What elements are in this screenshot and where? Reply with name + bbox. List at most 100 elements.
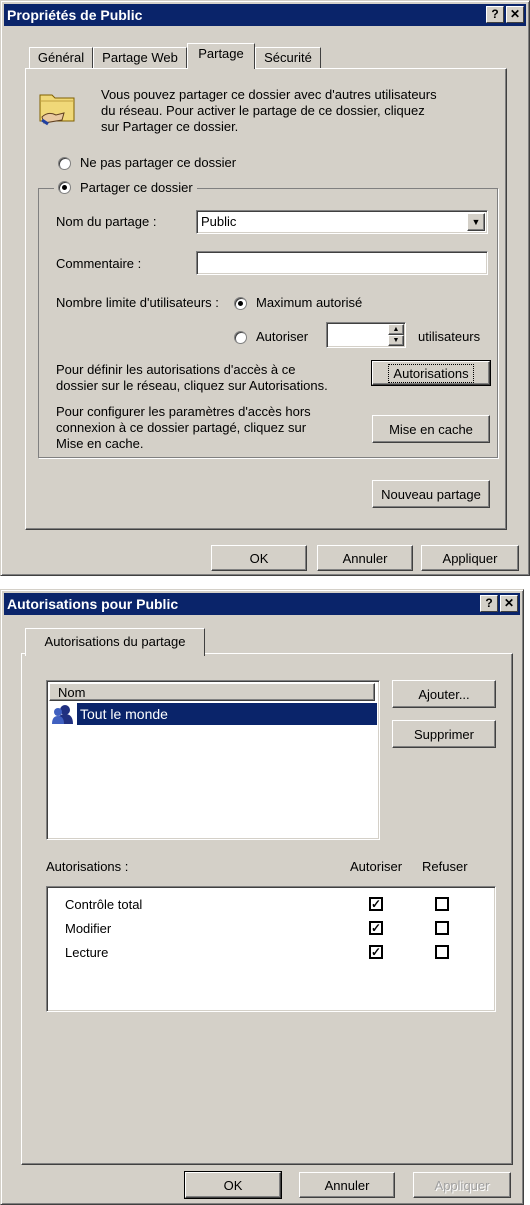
- column-deny: Refuser: [422, 859, 468, 874]
- tab-sharing[interactable]: Partage: [187, 43, 255, 69]
- intro-text: Vous pouvez partager ce dossier avec d'a…: [101, 87, 501, 135]
- tab-web-sharing[interactable]: Partage Web: [93, 47, 187, 69]
- radio-allow[interactable]: [234, 331, 247, 344]
- cancel-button-label: Annuler: [342, 550, 388, 566]
- radio-no-share[interactable]: [58, 157, 71, 170]
- properties-title-bar[interactable]: Propriétés de Public ? ✕: [4, 4, 526, 26]
- chevron-down-icon[interactable]: ▼: [467, 213, 485, 231]
- tab-security[interactable]: Sécurité: [255, 47, 321, 69]
- permission-row-read: Lecture ✓: [47, 943, 487, 965]
- radio-share-label[interactable]: Partager ce dossier: [80, 180, 193, 195]
- deny-checkbox[interactable]: [435, 945, 449, 959]
- permissions-info-line-2: dossier sur le réseau, cliquez sur Autor…: [56, 378, 328, 393]
- ok-button[interactable]: OK: [211, 545, 307, 571]
- share-permissions-dialog: Autorisations pour Public ? ✕ Autorisati…: [0, 589, 524, 1205]
- caching-info: Pour configurer les paramètres d'accès h…: [56, 404, 311, 452]
- permissions-title-bar[interactable]: Autorisations pour Public ? ✕: [4, 593, 520, 615]
- tab-security-label: Sécurité: [264, 50, 312, 65]
- new-share-button[interactable]: Nouveau partage: [372, 480, 490, 508]
- cancel-button-label: Annuler: [324, 1177, 370, 1193]
- share-name-combobox[interactable]: Public ▼: [196, 210, 488, 234]
- radio-max-allowed-dot: [238, 301, 243, 306]
- add-button[interactable]: Ajouter...: [392, 680, 496, 708]
- new-share-button-label: Nouveau partage: [381, 486, 481, 502]
- tab-sharing-label: Partage: [198, 46, 244, 61]
- allow-checkbox[interactable]: ✓: [369, 921, 383, 935]
- intro-line-1: Vous pouvez partager ce dossier avec d'a…: [101, 87, 437, 102]
- apply-button-label: Appliquer: [434, 1177, 490, 1193]
- radio-share[interactable]: [58, 181, 71, 194]
- share-permissions-panel: Nom Tout le monde Ajouter... Supprimer A…: [21, 653, 513, 1165]
- ok-button[interactable]: OK: [184, 1171, 282, 1199]
- caching-info-line-3: Mise en cache.: [56, 436, 144, 451]
- apply-button[interactable]: Appliquer: [421, 545, 519, 571]
- caching-button[interactable]: Mise en cache: [372, 415, 490, 443]
- remove-button-label: Supprimer: [414, 726, 474, 742]
- user-count-spinner[interactable]: ▲ ▼: [326, 322, 406, 348]
- caching-button-label: Mise en cache: [389, 421, 473, 437]
- permissions-button[interactable]: Autorisations: [371, 360, 491, 386]
- list-item[interactable]: Tout le monde: [51, 703, 377, 725]
- tab-share-permissions-label: Autorisations du partage: [44, 634, 186, 649]
- user-limit-label: Nombre limite d'utilisateurs :: [56, 295, 219, 310]
- permission-name: Lecture: [65, 945, 109, 960]
- spin-down-icon[interactable]: ▼: [388, 335, 404, 346]
- caching-info-line-1: Pour configurer les paramètres d'accès h…: [56, 404, 311, 419]
- permissions-info-line-1: Pour définir les autorisations d'accès à…: [56, 362, 296, 377]
- spin-up-icon[interactable]: ▲: [388, 324, 404, 335]
- list-item-label: Tout le monde: [77, 703, 377, 725]
- share-group-header: Partager ce dossier: [54, 179, 197, 197]
- remove-button[interactable]: Supprimer: [392, 720, 496, 748]
- permission-name: Modifier: [65, 921, 112, 936]
- share-name-label: Nom du partage :: [56, 214, 157, 229]
- help-button[interactable]: ?: [486, 6, 504, 23]
- sharing-panel: Vous pouvez partager ce dossier avec d'a…: [25, 68, 507, 530]
- shared-folder-icon: [38, 87, 78, 127]
- help-button[interactable]: ?: [480, 595, 498, 612]
- allow-checkbox[interactable]: ✓: [369, 897, 383, 911]
- column-header-name-label: Nom: [58, 684, 86, 700]
- permissions-label: Autorisations :: [46, 859, 129, 874]
- allow-label[interactable]: Autoriser: [256, 329, 308, 344]
- intro-line-2: du réseau. Pour activer le partage de ce…: [101, 103, 425, 118]
- permission-row-full: Contrôle total ✓: [47, 895, 487, 917]
- permissions-title: Autorisations pour Public: [7, 596, 179, 612]
- max-allowed-label[interactable]: Maximum autorisé: [256, 295, 362, 310]
- radio-no-share-label[interactable]: Ne pas partager ce dossier: [80, 155, 236, 170]
- comment-label: Commentaire :: [56, 256, 142, 271]
- apply-button-label: Appliquer: [442, 550, 498, 566]
- cancel-button[interactable]: Annuler: [299, 1172, 395, 1198]
- tab-general[interactable]: Général: [29, 47, 93, 69]
- apply-button[interactable]: Appliquer: [413, 1172, 511, 1198]
- caching-info-line-2: connexion à ce dossier partagé, cliquez …: [56, 420, 307, 435]
- allow-checkbox[interactable]: ✓: [369, 945, 383, 959]
- share-name-value: Public: [201, 214, 237, 229]
- deny-checkbox[interactable]: [435, 921, 449, 935]
- tab-web-sharing-label: Partage Web: [102, 50, 178, 65]
- tab-general-label: Général: [37, 50, 85, 65]
- permission-row-modify: Modifier ✓: [47, 919, 487, 941]
- cancel-button[interactable]: Annuler: [317, 545, 413, 571]
- properties-title: Propriétés de Public: [7, 7, 143, 23]
- radio-max-allowed[interactable]: [234, 297, 247, 310]
- users-label: utilisateurs: [418, 329, 481, 344]
- users-listbox[interactable]: Nom Tout le monde: [46, 680, 380, 840]
- ok-button-label: OK: [249, 550, 269, 566]
- add-button-label: Ajouter...: [418, 686, 470, 702]
- close-icon[interactable]: ✕: [500, 595, 518, 612]
- deny-checkbox[interactable]: [435, 897, 449, 911]
- users-group-icon: [51, 704, 75, 724]
- permissions-info: Pour définir les autorisations d'accès à…: [56, 362, 328, 394]
- permissions-listbox[interactable]: Contrôle total ✓ Modifier ✓ Lecture ✓: [46, 886, 496, 1012]
- ok-button-label: OK: [223, 1177, 243, 1193]
- close-icon[interactable]: ✕: [506, 6, 524, 23]
- column-header-name[interactable]: Nom: [49, 683, 375, 701]
- permission-name: Contrôle total: [65, 897, 143, 912]
- radio-share-dot: [62, 185, 67, 190]
- comment-input[interactable]: [196, 251, 488, 275]
- column-allow: Autoriser: [350, 859, 403, 874]
- properties-dialog: Propriétés de Public ? ✕ Général Partage…: [0, 0, 530, 576]
- tab-share-permissions[interactable]: Autorisations du partage: [25, 628, 205, 656]
- permissions-button-label: Autorisations: [388, 363, 474, 383]
- intro-line-3: sur Partager ce dossier.: [101, 119, 239, 134]
